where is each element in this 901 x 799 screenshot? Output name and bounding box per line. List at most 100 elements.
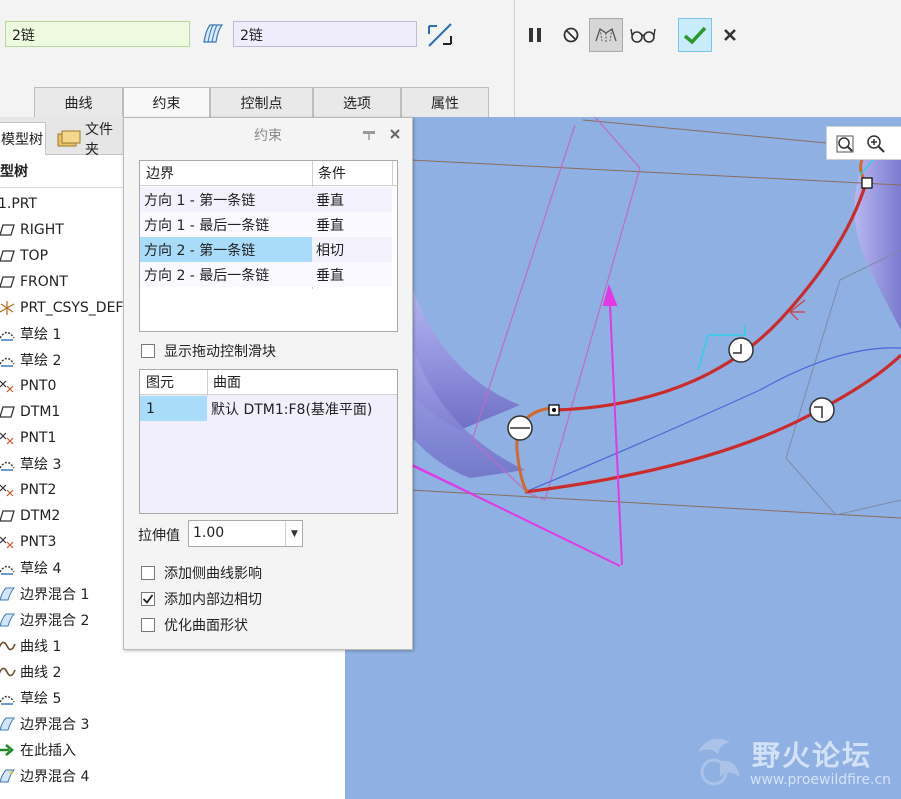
geometry-preview-button[interactable]	[589, 18, 623, 52]
tree-item[interactable]: 草绘 3	[0, 452, 61, 476]
column-header-element: 图元	[140, 370, 207, 395]
tree-item[interactable]: 草绘 5	[0, 686, 61, 710]
pin-icon[interactable]	[361, 126, 377, 142]
sketch-icon	[0, 326, 16, 342]
tree-item[interactable]: TOP	[0, 244, 48, 268]
tree-item[interactable]: FRONT	[0, 270, 68, 294]
table-row[interactable]: 方向 1 - 最后一条链 垂直	[140, 212, 392, 237]
tree-item[interactable]: PNT2	[0, 478, 56, 502]
column-header-surface: 曲面	[207, 370, 397, 395]
ok-button[interactable]	[678, 18, 712, 52]
table-row[interactable]: 方向 2 - 第一条链 相切	[140, 237, 392, 262]
tab-folder-browser[interactable]: 文件夹	[52, 122, 132, 158]
drag-handle-2[interactable]	[728, 337, 754, 363]
no-preview-button[interactable]	[554, 18, 588, 52]
tree-item[interactable]: DTM2	[0, 504, 60, 528]
tree-item[interactable]: 曲线 1	[0, 634, 61, 658]
tree-item[interactable]: DTM1	[0, 400, 60, 424]
option-checkbox[interactable]	[141, 592, 155, 606]
tree-item[interactable]: 边界混合 1	[0, 582, 89, 606]
show-handles-checkbox[interactable]	[141, 344, 155, 358]
datum-plane-icon	[0, 274, 16, 290]
stretch-value-combobox[interactable]: 1.00 ▼	[188, 520, 303, 547]
tree-item[interactable]: 在此插入	[0, 738, 76, 762]
tab-curves[interactable]: 曲线	[34, 87, 123, 118]
tree-item-label: 草绘 5	[20, 691, 62, 707]
tree-item-label: 曲线 1	[20, 639, 62, 655]
tree-item[interactable]: 曲线 2	[0, 660, 61, 684]
tree-item-label: PNT2	[20, 482, 57, 498]
option-label: 优化曲面形状	[164, 618, 248, 634]
toolbar-divider	[514, 0, 515, 117]
tree-item[interactable]: 1.PRT	[0, 192, 37, 216]
tab-model-tree[interactable]: 模型树	[0, 122, 46, 155]
boundary-cell: 方向 1 - 最后一条链	[144, 217, 270, 234]
sketch-icon	[0, 456, 16, 472]
zoom-fit-icon[interactable]	[835, 134, 855, 154]
tree-item[interactable]: PNT0	[0, 374, 56, 398]
sketch-icon	[0, 560, 16, 576]
boundary-surface-icon[interactable]	[200, 22, 226, 46]
coordinate-triad	[789, 299, 806, 321]
column-header-boundary: 边界	[140, 161, 312, 186]
tree-item[interactable]: PRT_CSYS_DEF	[0, 296, 123, 320]
tree-item[interactable]: 草绘 1	[0, 322, 61, 346]
tree-item[interactable]: 边界混合 3	[0, 712, 89, 736]
condition-cell[interactable]: 相切	[312, 237, 392, 262]
tree-item[interactable]: PNT3	[0, 530, 56, 554]
chain-endpoint-marker-2[interactable]	[861, 177, 873, 189]
table-row[interactable]: 1 默认 DTM1:F8(基准平面)	[140, 396, 397, 421]
datum-plane-icon	[0, 222, 16, 238]
tab-control-points[interactable]: 控制点	[210, 87, 313, 118]
pause-button[interactable]	[518, 18, 552, 52]
boundary-blend-icon	[0, 612, 16, 628]
table-row[interactable]: 方向 2 - 最后一条链 垂直	[140, 262, 392, 287]
cancel-button[interactable]	[713, 18, 747, 52]
datum-point-icon	[0, 482, 16, 498]
datum-point-icon	[0, 430, 16, 446]
tree-item-label: TOP	[20, 248, 49, 264]
tree-item-label: FRONT	[20, 274, 68, 290]
element-cell: 1	[140, 396, 207, 421]
zoom-in-icon[interactable]	[866, 134, 886, 154]
tab-constraints[interactable]: 约束	[123, 87, 210, 118]
tree-header-label: 模型树	[0, 164, 28, 180]
tree-item-label: 在此插入	[20, 743, 76, 759]
watermark-logo-icon	[698, 738, 740, 786]
tab-options[interactable]: 选项	[313, 87, 401, 118]
condition-cell[interactable]: 垂直	[312, 262, 392, 287]
stretch-value-text: 1.00	[193, 525, 225, 541]
option-checkbox[interactable]	[141, 566, 155, 580]
surface-reference-table: 图元 曲面 1 默认 DTM1:F8(基准平面)	[139, 369, 398, 514]
curve-icon	[0, 664, 16, 680]
red-chain-lower	[524, 353, 901, 494]
watermark-url: www.proewildfire.cn	[750, 772, 892, 788]
tree-item[interactable]: 边界混合 2	[0, 608, 89, 632]
drag-handle-3[interactable]	[809, 397, 835, 423]
condition-cell[interactable]: 垂直	[312, 187, 392, 212]
tree-item[interactable]: 草绘 4	[0, 556, 61, 580]
tree-item[interactable]: * 边界混合 4	[0, 764, 89, 788]
second-direction-collector[interactable]: 2链	[233, 21, 417, 47]
table-row[interactable]: 方向 1 - 第一条链 垂直	[140, 187, 392, 212]
drag-handle-1[interactable]	[507, 415, 533, 441]
boundary-condition-table: 边界 条件 方向 1 - 第一条链 垂直 方向 1 - 最后一条链 垂直 方向 2 - …	[139, 160, 398, 332]
surface-cell[interactable]: 默认 DTM1:F8(基准平面)	[207, 396, 395, 421]
flip-arrow-icon[interactable]	[425, 20, 455, 50]
verify-preview-button[interactable]	[626, 18, 660, 52]
tree-item-label: 边界混合 4	[20, 769, 90, 785]
option-checkbox[interactable]	[141, 618, 155, 632]
panel-close-button[interactable]	[387, 125, 403, 143]
tree-item[interactable]: PNT1	[0, 426, 56, 450]
chevron-down-icon[interactable]: ▼	[285, 521, 303, 546]
tree-item[interactable]: 草绘 2	[0, 348, 61, 372]
folder-icon	[57, 130, 81, 146]
datum-point-icon	[0, 534, 16, 550]
graphics-viewport[interactable]	[345, 117, 901, 799]
tree-item[interactable]: RIGHT	[0, 218, 64, 242]
tab-properties[interactable]: 属性	[401, 87, 489, 118]
datum-plane-icon	[0, 404, 16, 420]
condition-cell[interactable]: 垂直	[312, 212, 392, 237]
first-direction-collector[interactable]: 2链	[5, 21, 190, 47]
forum-watermark: 野火论坛 www.proewildfire.cn	[690, 732, 896, 794]
